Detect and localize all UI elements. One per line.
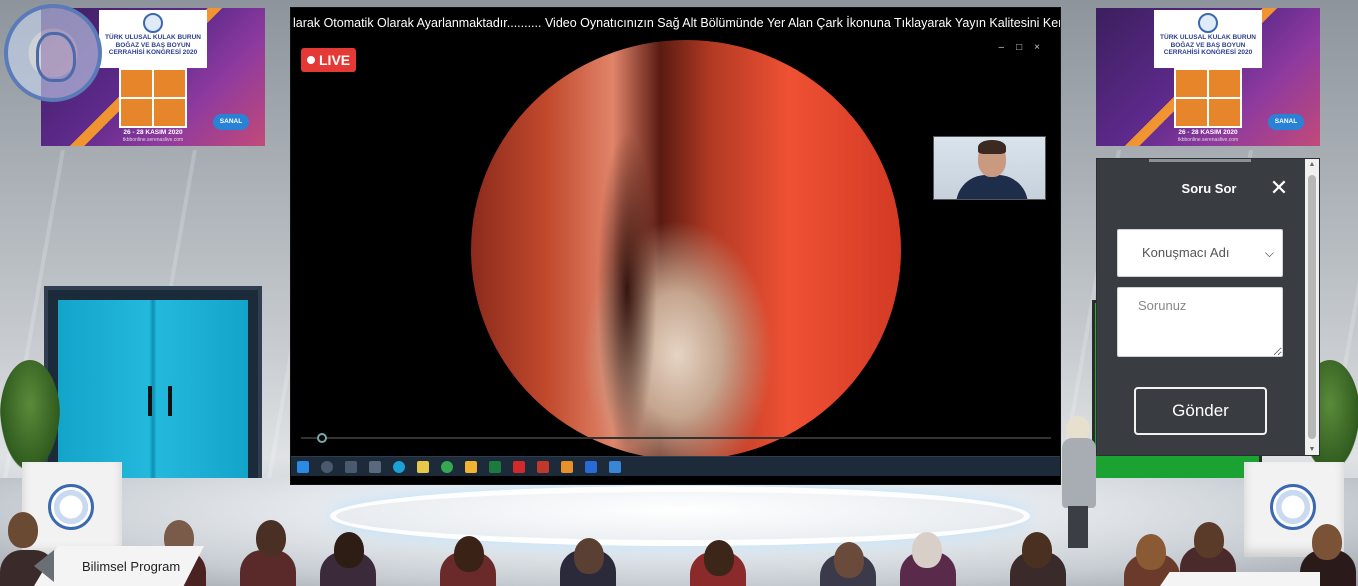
speaker-select[interactable]: Konuşmacı Adı ⌵: [1117, 229, 1283, 277]
seal-profile-icon: [36, 32, 76, 82]
scientific-program-label[interactable]: Bilimsel Program: [82, 559, 180, 574]
live-badge: LIVE: [301, 48, 356, 72]
poster-title: TÜRK ULUSAL KULAK BURUN BOĞAZ VE BAŞ BOY…: [105, 34, 201, 56]
panel-title: Soru Sor: [1181, 181, 1237, 196]
app-icon: [369, 461, 381, 473]
poster-badge: SANAL: [1268, 114, 1304, 130]
chevron-down-icon: ⌵: [1264, 246, 1274, 260]
plant-left: [0, 360, 60, 470]
live-dot-icon: [307, 56, 315, 64]
poster-dates: 26 - 28 KASIM 2020: [123, 129, 183, 136]
zoom-icon: [609, 461, 621, 473]
right-nav-tab[interactable]: [1160, 572, 1320, 586]
endoscopy-view: [471, 40, 901, 458]
scroll-down-icon[interactable]: ▼: [1307, 446, 1317, 453]
window-controls[interactable]: –□×: [999, 42, 1052, 53]
paint-icon: [561, 461, 573, 473]
powerpoint-icon: [537, 461, 549, 473]
presenter-avatar-body: [1062, 438, 1096, 508]
poster-dates: 26 - 28 KASIM 2020: [1178, 129, 1238, 136]
poster-url: tkbbonline.serenaslive.com: [122, 137, 184, 143]
file-explorer-icon: [465, 461, 477, 473]
poster-organ-grid-icon: [1174, 68, 1242, 128]
congress-emblem-icon: [143, 13, 163, 33]
acrobat-icon: [513, 461, 525, 473]
streamer-taskbar: [291, 456, 1060, 476]
speaker-select-value: Konuşmacı Adı: [1142, 245, 1230, 260]
scroll-thumb[interactable]: [1308, 175, 1316, 439]
scroll-up-icon[interactable]: ▲: [1307, 161, 1317, 168]
mail-icon: [585, 461, 597, 473]
store-icon: [417, 461, 429, 473]
search-icon: [321, 461, 333, 473]
close-icon[interactable]: ✕: [1269, 177, 1289, 199]
teal-door: [44, 286, 262, 486]
question-textarea[interactable]: [1117, 287, 1283, 357]
congress-poster-right: TÜRK ULUSAL KULAK BURUN BOĞAZ VE BAŞ BOY…: [1096, 8, 1320, 146]
announcement-marquee: larak Otomatik Olarak Ayarlanmaktadır...…: [291, 8, 1060, 38]
live-video-player[interactable]: larak Otomatik Olarak Ayarlanmaktadır...…: [290, 7, 1061, 485]
speaker-webcam-pip: [933, 136, 1046, 200]
edge-browser-icon: [393, 461, 405, 473]
poster-organ-grid-icon: [119, 68, 187, 128]
task-view-icon: [345, 461, 357, 473]
video-progress-track[interactable]: [301, 437, 1051, 439]
poster-title: TÜRK ULUSAL KULAK BURUN BOĞAZ VE BAŞ BOY…: [1160, 34, 1256, 56]
windows-start-icon: [297, 461, 309, 473]
ask-question-panel: Soru Sor ✕ Konuşmacı Adı ⌵ Gönder ▲ ▼: [1096, 158, 1320, 456]
send-button[interactable]: Gönder: [1134, 387, 1267, 435]
poster-badge: SANAL: [213, 114, 249, 130]
chrome-icon: [441, 461, 453, 473]
congress-emblem-icon: [1198, 13, 1218, 33]
excel-icon: [489, 461, 501, 473]
poster-url: tkbbonline.serenaslive.com: [1177, 137, 1239, 143]
panel-scrollbar[interactable]: ▲ ▼: [1305, 159, 1319, 455]
video-progress-handle[interactable]: [317, 433, 327, 443]
audience: [0, 512, 1358, 586]
video-stream[interactable]: 🔊︎ ▤ ☎ ↖ ☎ ✎ ▣ ⤢ ⋯: [291, 40, 1060, 458]
society-seal-logo: [4, 4, 102, 102]
